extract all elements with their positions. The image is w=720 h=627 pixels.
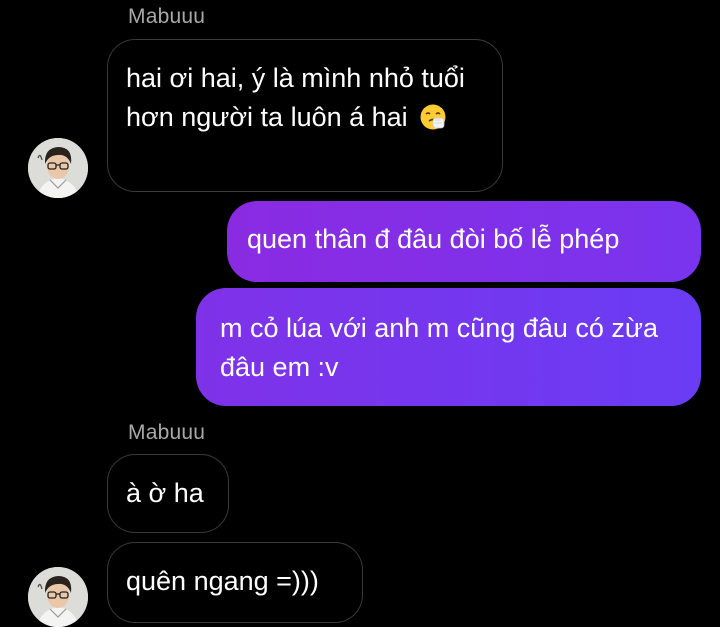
message-text: à ờ ha (126, 478, 204, 508)
message-text: quen thân đ đâu đòi bố lễ phép (247, 224, 620, 254)
sender-name: Mabuuu (128, 5, 206, 28)
incoming-message-bubble[interactable]: hai ơi hai, ý là mình nhỏ tuổi hơn người… (107, 39, 503, 192)
user-avatar-icon[interactable] (28, 138, 88, 198)
incoming-message-bubble[interactable]: quên ngang =))) (107, 542, 363, 623)
incoming-message-bubble[interactable]: à ờ ha (107, 454, 229, 533)
message-text: quên ngang =))) (126, 566, 319, 596)
message-text: hai ơi hai, ý là mình nhỏ tuổi hơn người… (126, 63, 465, 132)
outgoing-message-bubble[interactable]: m cỏ lúa với anh m cũng đâu có zừa đâu e… (196, 288, 701, 406)
user-avatar-icon[interactable] (28, 567, 88, 627)
sneezing-face-emoji (419, 103, 447, 142)
message-text: m cỏ lúa với anh m cũng đâu có zừa đâu e… (220, 313, 658, 382)
outgoing-message-bubble[interactable]: quen thân đ đâu đòi bố lễ phép (227, 201, 701, 282)
sender-name: Mabuuu (128, 421, 206, 444)
